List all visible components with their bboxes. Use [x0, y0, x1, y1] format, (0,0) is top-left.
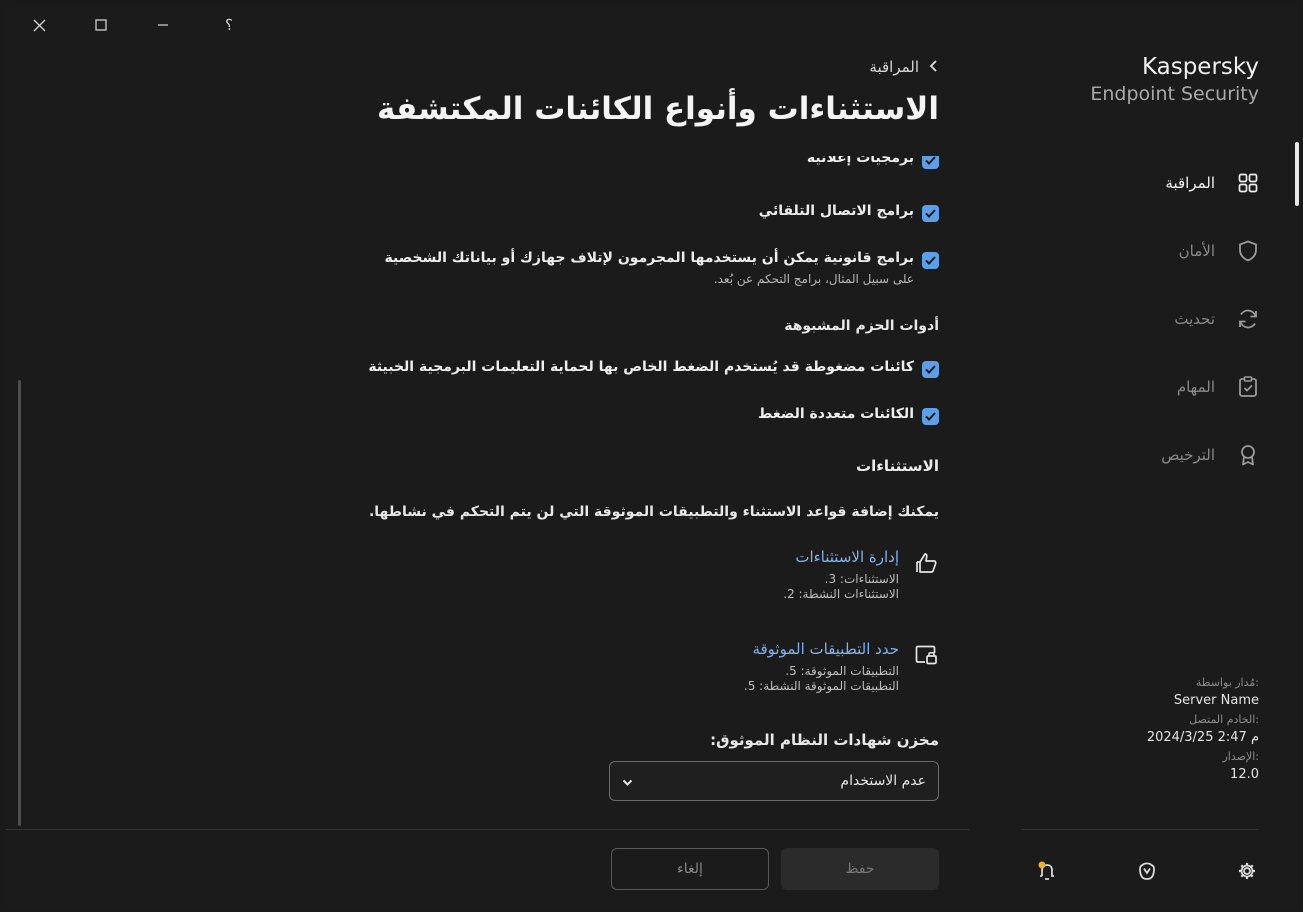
exclusions-header: الاستثناءات: [856, 457, 939, 475]
checkbox-row-legit-apps[interactable]: برامج قانونية يمكن أن يستخدمها المجرمون …: [384, 250, 939, 286]
shield-icon: [1237, 240, 1259, 262]
sidebar-item-tasks[interactable]: المهام: [1019, 353, 1299, 421]
sidebar-item-label: الأمان: [1178, 242, 1215, 260]
notification-bell-icon[interactable]: [1035, 859, 1059, 883]
sidebar-nav: المراقبة الأمان تحديث المهام الترخيص: [1019, 149, 1299, 489]
managed-by-value: Server Name: [1173, 693, 1259, 708]
checkbox-autodialers[interactable]: [922, 205, 939, 222]
exclusions-count: الاستثناءات: 3.: [824, 572, 899, 586]
trusted-apps-count: التطبيقات الموثوقة: 5.: [785, 664, 899, 678]
exclusions-description: يمكنك إضافة قواعد الاستثناء والتطبيقات ا…: [368, 504, 939, 520]
license-icon: [1237, 444, 1259, 466]
cert-store-selected: عدم الاستخدام: [840, 773, 926, 789]
page-title: الاستثناءات وأنواع الكائنات المكتشفة: [377, 91, 939, 127]
trusted-apps-active-count: التطبيقات الموثوقة النشطة: 5.: [743, 679, 899, 693]
manage-exclusions-link[interactable]: إدارة الاستثناءات: [783, 548, 899, 566]
connected-server-value: 2024/3/25 2:47 م: [1146, 730, 1259, 745]
checkbox-multipacked[interactable]: [922, 408, 939, 425]
managed-by-label: مُدار بواسطة:: [1195, 676, 1259, 689]
settings-content: برمجيات إعلانية برامج الاتصال التلقائي ب…: [6, 156, 1019, 826]
tasks-icon: [1237, 376, 1259, 398]
checkbox-label: الكائنات متعددة الضغط: [757, 406, 914, 422]
connected-server-label: الخادم المتصل:: [1189, 713, 1259, 726]
footer-divider: [6, 829, 969, 830]
brand-name: Kaspersky: [1141, 54, 1259, 80]
exclusions-active-count: الاستثناءات النشطة: 2.: [783, 587, 899, 601]
checkbox-label: برامج قانونية يمكن أن يستخدمها المجرمون …: [384, 250, 915, 266]
brand-product: Endpoint Security: [1090, 83, 1259, 105]
trusted-app-lock-icon: [913, 642, 939, 668]
cert-store-select[interactable]: عدم الاستخدام: [609, 761, 939, 801]
thumbs-up-icon: [913, 550, 939, 576]
chevron-left-icon: [929, 58, 939, 76]
chevron-down-icon: [622, 772, 633, 791]
checkbox-row-multipacked[interactable]: الكائنات متعددة الضغط: [758, 406, 939, 425]
sidebar-item-label: الترخيص: [1161, 446, 1215, 464]
version-value: 12.0: [1230, 767, 1259, 782]
sidebar-item-security[interactable]: الأمان: [1019, 217, 1299, 285]
checkbox-label: برمجيات إعلانية: [806, 156, 914, 166]
breadcrumb[interactable]: المراقبة: [869, 58, 939, 76]
connection-info: مُدار بواسطة: Server Name الخادم المتصل:…: [1147, 674, 1259, 785]
checkbox-row-packed-objects[interactable]: كائنات مضغوطة قد يُستخدم الضغط الخاص بها…: [368, 359, 939, 378]
sidebar-item-label: المهام: [1176, 378, 1215, 396]
gear-icon[interactable]: [1235, 859, 1259, 883]
refresh-icon: [1237, 308, 1259, 330]
checkbox-row-autodialers[interactable]: برامج الاتصال التلقائي: [759, 203, 939, 222]
checkbox-label: برامج الاتصال التلقائي: [758, 203, 914, 219]
brand: Kaspersky Endpoint Security: [1090, 54, 1259, 105]
cancel-button[interactable]: إلغاء: [611, 848, 769, 890]
cert-store-label: مخزن شهادات النظام الموثوق:: [710, 731, 939, 749]
checkmark-icon: [925, 209, 936, 218]
checkmark-icon: [925, 412, 936, 421]
content-scrollbar[interactable]: [18, 380, 21, 826]
sidebar-item-label: تحديث: [1174, 310, 1215, 328]
app-window: ؟ المراقبة الاستثناءات وأنواع الكائنات ا…: [6, 6, 1299, 909]
packers-header: أدوات الحزم المشبوهة: [784, 318, 939, 334]
checkmark-icon: [925, 156, 936, 165]
checkbox-sublabel: على سبيل المثال، برامج التحكم عن بُعد.: [713, 272, 914, 286]
checkbox-legit-apps[interactable]: [922, 252, 939, 269]
support-icon[interactable]: [1135, 859, 1159, 883]
checkbox-packed-objects[interactable]: [922, 361, 939, 378]
sidebar-item-monitoring[interactable]: المراقبة: [1019, 149, 1299, 217]
sidebar: Kaspersky Endpoint Security المراقبة الأ…: [1019, 6, 1299, 909]
dashboard-icon: [1237, 172, 1259, 194]
breadcrumb-label: المراقبة: [869, 58, 919, 76]
main-pane: المراقبة الاستثناءات وأنواع الكائنات الم…: [6, 6, 1019, 909]
sidebar-divider: [1021, 829, 1259, 830]
sidebar-item-license[interactable]: الترخيص: [1019, 421, 1299, 489]
checkmark-icon: [925, 256, 936, 265]
checkmark-icon: [925, 365, 936, 374]
sidebar-item-label: المراقبة: [1165, 174, 1215, 192]
manage-exclusions-block: إدارة الاستثناءات الاستثناءات: 3. الاستث…: [783, 548, 939, 602]
trusted-apps-block: حدد التطبيقات الموثوقة التطبيقات الموثوق…: [744, 640, 939, 694]
checkbox-row-adware[interactable]: برمجيات إعلانية: [807, 156, 939, 169]
trusted-apps-link[interactable]: حدد التطبيقات الموثوقة: [744, 640, 899, 658]
sidebar-item-update[interactable]: تحديث: [1019, 285, 1299, 353]
save-button[interactable]: حفظ: [781, 848, 939, 890]
version-label: الإصدار:: [1222, 750, 1259, 763]
checkbox-adware[interactable]: [922, 156, 939, 169]
checkbox-label: كائنات مضغوطة قد يُستخدم الضغط الخاص بها…: [368, 359, 914, 375]
sidebar-actions: [1019, 849, 1299, 895]
